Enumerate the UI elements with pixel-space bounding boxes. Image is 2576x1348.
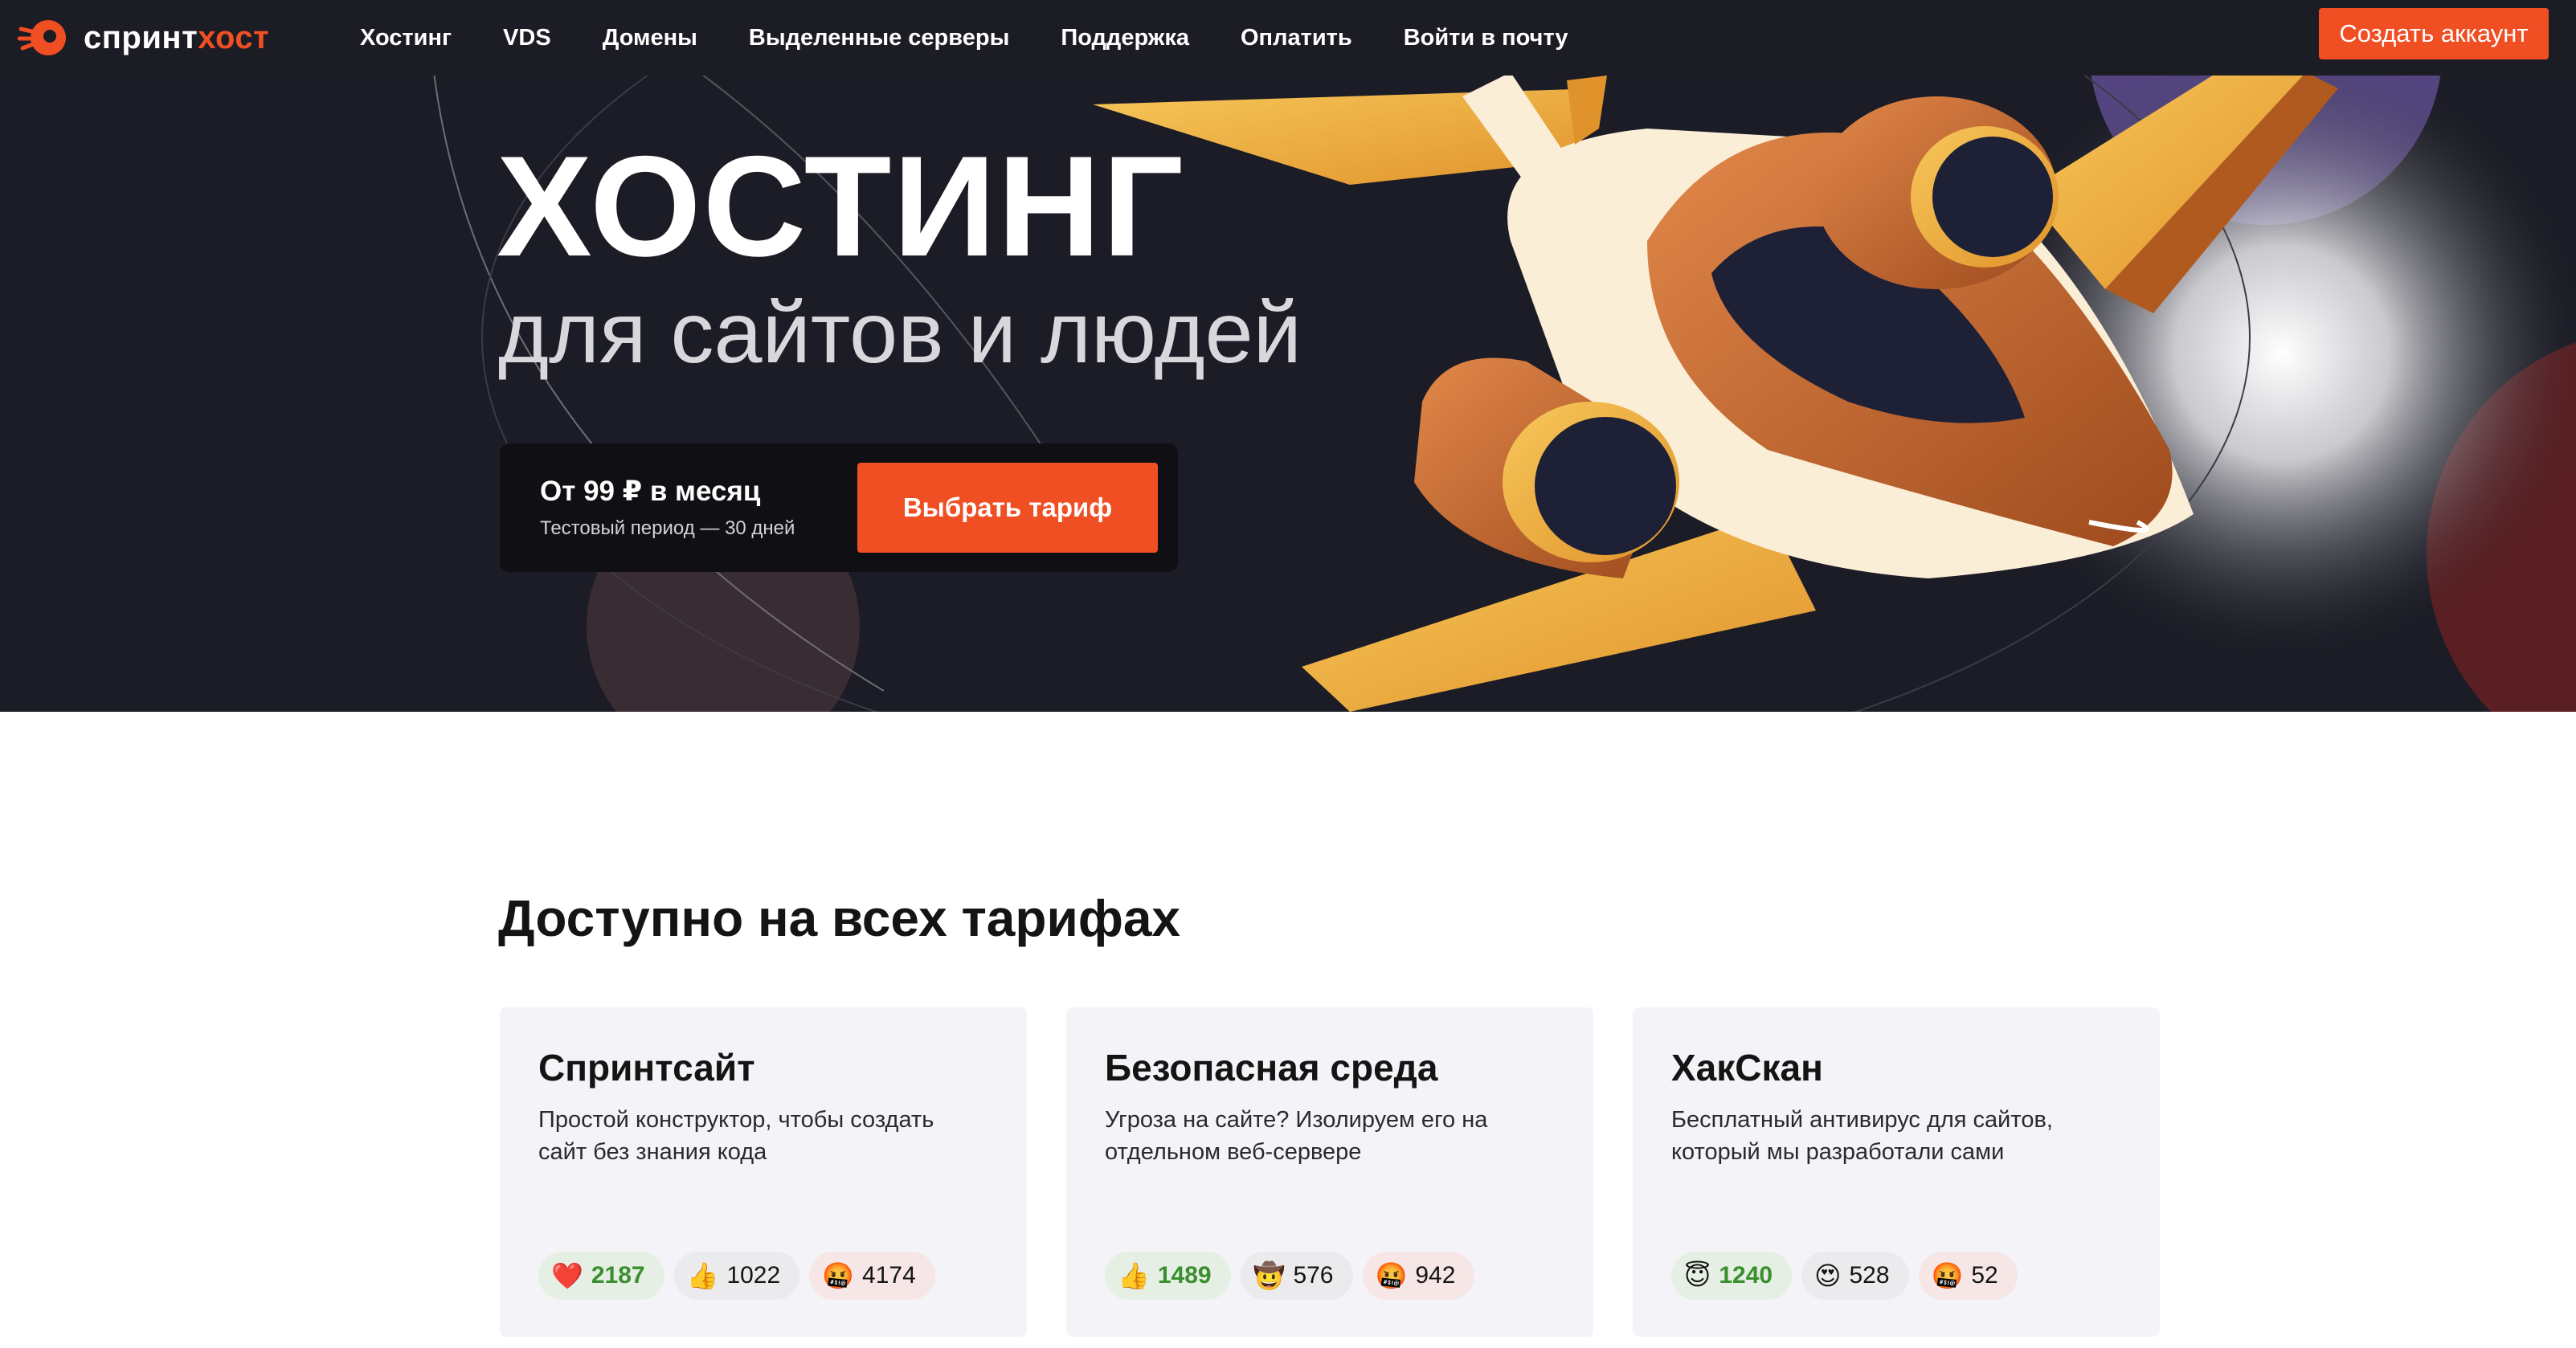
nav-webmail[interactable]: Войти в почту	[1404, 25, 1568, 51]
reaction-count: 528	[1849, 1262, 1890, 1289]
logo-text-primary: спринт	[84, 19, 198, 55]
reaction-count: 576	[1293, 1262, 1334, 1289]
pricing-panel: От 99 ₽ в месяц Тестовый период — 30 дне…	[500, 443, 1178, 572]
thumbs-up-icon: 👍	[1118, 1261, 1150, 1290]
reaction-angry[interactable]: 🤬 4174	[809, 1252, 935, 1300]
nav-domains[interactable]: Домены	[603, 25, 697, 51]
card-description: Простой конструктор, чтобы создать сайт …	[538, 1107, 934, 1165]
hero-section: ХОСТИНГ для сайтов и людей От 99 ₽ в мес…	[0, 0, 2576, 712]
card-description: Угроза на сайте? Изолируем его на отдель…	[1105, 1107, 1488, 1165]
cowboy-face-icon: 🤠	[1253, 1261, 1286, 1290]
nav-vds[interactable]: VDS	[503, 25, 551, 51]
feature-card-safe-environment[interactable]: Безопасная среда Угроза на сайте? Изолир…	[1066, 1007, 1593, 1337]
main-nav: Хостинг VDS Домены Выделенные серверы По…	[360, 0, 1620, 76]
reaction-thumbs-up[interactable]: 👍 1022	[673, 1252, 800, 1300]
reaction-count: 52	[1971, 1262, 1998, 1289]
angry-face-icon: 🤬	[1375, 1261, 1408, 1290]
price-text: От 99 ₽ в месяц	[540, 476, 761, 507]
feature-card-sprintsite[interactable]: Спринтсайт Простой конструктор, чтобы со…	[500, 1007, 1027, 1337]
card-description: Бесплатный антивирус для сайтов, который…	[1671, 1107, 2053, 1165]
hero-subtitle: для сайтов и людей	[498, 284, 1302, 381]
nav-dedicated-servers[interactable]: Выделенные серверы	[749, 25, 1009, 51]
reaction-bar: ❤️ 2187 👍 1022 🤬 4174	[538, 1252, 945, 1300]
nav-payment[interactable]: Оплатить	[1241, 25, 1352, 51]
card-title: Спринтсайт	[538, 1047, 755, 1089]
thumbs-up-icon: 👍	[686, 1261, 719, 1290]
angry-face-icon: 🤬	[1931, 1261, 1964, 1290]
features-cards: Спринтсайт Простой конструктор, чтобы со…	[500, 1007, 2160, 1348]
reaction-count: 1489	[1157, 1262, 1212, 1289]
angel-face-icon: 😇	[1684, 1261, 1711, 1290]
reaction-bar: 👍 1489 🤠 576 🤬 942	[1105, 1252, 1484, 1300]
reaction-cowboy[interactable]: 🤠 576	[1240, 1252, 1353, 1300]
reaction-heart-eyes[interactable]: 😍 528	[1801, 1252, 1909, 1300]
reaction-heart[interactable]: ❤️ 2187	[538, 1252, 664, 1300]
features-title: Доступно на всех тарифах	[498, 889, 1180, 947]
nav-hosting[interactable]: Хостинг	[360, 25, 452, 51]
heart-icon: ❤️	[551, 1261, 583, 1290]
reaction-count: 1022	[726, 1262, 781, 1289]
reaction-angel[interactable]: 😇 1240	[1671, 1252, 1793, 1300]
choose-plan-button[interactable]: Выбрать тариф	[857, 463, 1158, 553]
reaction-bar: 😇 1240 😍 528 🤬 52	[1671, 1252, 2027, 1300]
trial-text: Тестовый период — 30 дней	[540, 517, 795, 539]
reaction-thumbs-up[interactable]: 👍 1489	[1105, 1252, 1231, 1300]
card-title: Безопасная среда	[1105, 1047, 1438, 1089]
reaction-count: 942	[1415, 1262, 1456, 1289]
nav-support[interactable]: Поддержка	[1061, 25, 1189, 51]
logo-wordmark: спринтхост	[84, 20, 269, 56]
feature-card-hackscan[interactable]: ХакСкан Бесплатный антивирус для сайтов,…	[1633, 1007, 2160, 1337]
reaction-count: 4174	[862, 1262, 916, 1289]
logo-text-accent: хост	[198, 19, 270, 55]
reaction-count: 1240	[1719, 1262, 1773, 1289]
rocket-logo-icon	[18, 20, 66, 55]
reaction-angry[interactable]: 🤬 942	[1362, 1252, 1475, 1300]
top-navigation: спринтхост Хостинг VDS Домены Выделенные…	[0, 0, 2576, 76]
reaction-angry[interactable]: 🤬 52	[1918, 1252, 2018, 1300]
hero-title: ХОСТИНГ	[497, 126, 1185, 286]
create-account-button[interactable]: Создать аккаунт	[2319, 8, 2549, 59]
reaction-count: 2187	[591, 1262, 645, 1289]
logo[interactable]: спринтхост	[18, 11, 269, 64]
angry-face-icon: 🤬	[822, 1261, 855, 1290]
card-title: ХакСкан	[1671, 1047, 1823, 1089]
heart-eyes-icon: 😍	[1814, 1261, 1842, 1290]
